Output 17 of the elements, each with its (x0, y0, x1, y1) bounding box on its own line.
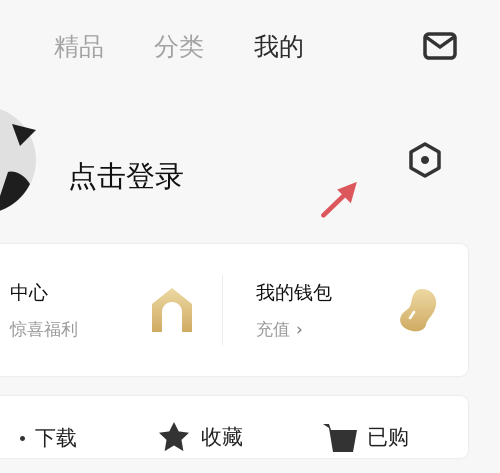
shortcut-button[interactable]: 收藏 (157, 422, 243, 452)
bean-icon (398, 288, 438, 332)
shortcut-button[interactable]: 已购 (323, 422, 409, 452)
star-icon (157, 422, 191, 452)
login-link[interactable]: 点击登录 (68, 157, 408, 197)
feature-title[interactable]: 中心 (10, 280, 152, 306)
shortcut-button[interactable]: 下载 (20, 424, 77, 452)
feature-subtitle: 惊喜福利 (10, 318, 79, 340)
download-icon (20, 436, 25, 440)
arrow-annotation (321, 182, 357, 218)
settings-icon[interactable] (408, 142, 442, 178)
mail-icon[interactable] (423, 32, 457, 60)
feature-title[interactable]: 我的钱包 (256, 280, 398, 306)
house-icon (152, 288, 192, 332)
nav-tab[interactable]: 我的 (254, 30, 304, 62)
feature-subtitle: 充值 › (256, 318, 304, 340)
cart-icon (323, 422, 357, 452)
